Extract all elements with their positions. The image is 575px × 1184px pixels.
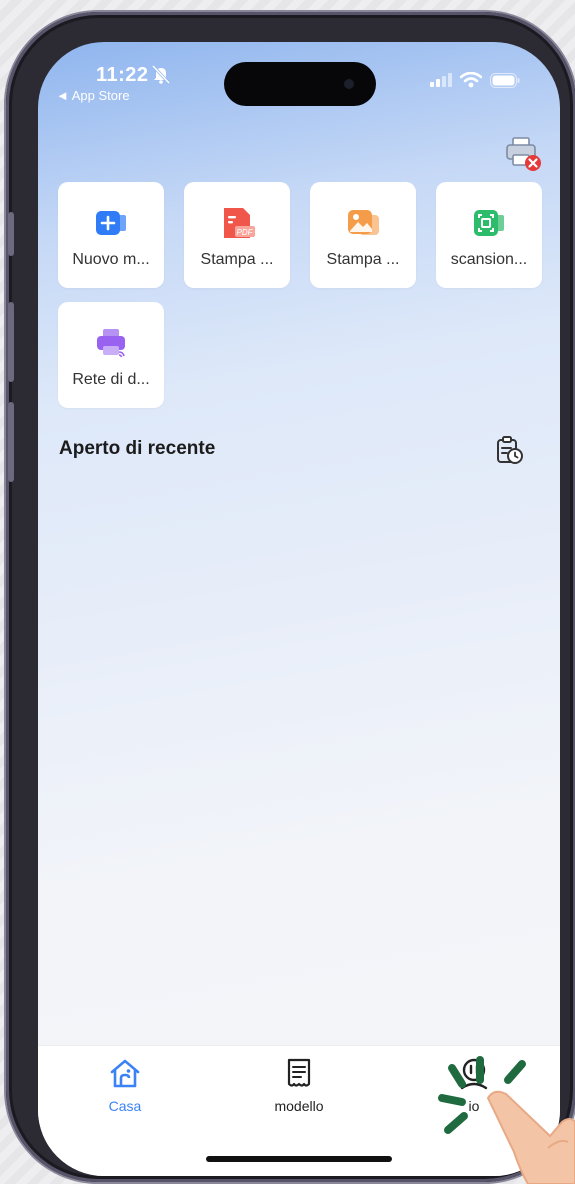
recent-title: Aperto di recente bbox=[59, 438, 216, 459]
tile-label: Nuovo m... bbox=[72, 251, 150, 268]
tile-scan[interactable]: scansion... bbox=[436, 182, 542, 288]
template-icon bbox=[287, 1058, 311, 1087]
printer-disconnected-icon[interactable] bbox=[504, 134, 542, 172]
scan-icon bbox=[474, 210, 504, 236]
photo-icon bbox=[348, 210, 379, 235]
pdf-icon: PDF bbox=[224, 208, 255, 238]
clipboard-history-icon[interactable] bbox=[494, 435, 524, 465]
screen: 11:22 ◄ App Store Nuovo m... PDF Stampa … bbox=[38, 42, 560, 1176]
tile-print-photo[interactable]: Stampa ... bbox=[310, 182, 416, 288]
new-document-icon bbox=[96, 211, 126, 235]
profile-icon bbox=[460, 1058, 488, 1090]
tab-casa[interactable]: Casa bbox=[75, 1056, 175, 1114]
tile-new-document[interactable]: Nuovo m... bbox=[58, 182, 164, 288]
tile-label: Stampa ... bbox=[326, 251, 400, 268]
tile-network-printer[interactable]: Rete di d... bbox=[58, 302, 164, 408]
tab-label: io bbox=[468, 1098, 480, 1114]
phone-frame: 11:22 ◄ App Store Nuovo m... PDF Stampa … bbox=[6, 12, 575, 1182]
svg-text:PDF: PDF bbox=[237, 228, 254, 237]
tab-label: Casa bbox=[108, 1098, 142, 1114]
volume-down-button bbox=[8, 402, 14, 482]
tile-label: scansion... bbox=[450, 251, 528, 268]
feature-grid: Nuovo m... PDF Stampa ... Stampa ... sca… bbox=[58, 182, 544, 408]
tab-io[interactable]: io bbox=[424, 1056, 524, 1114]
status-icons bbox=[430, 72, 520, 88]
dynamic-island bbox=[224, 62, 376, 106]
home-indicator bbox=[206, 1156, 392, 1162]
tab-label: modello bbox=[274, 1098, 324, 1114]
tile-label: Stampa ... bbox=[200, 251, 274, 268]
signal-icon bbox=[430, 73, 452, 87]
volume-up-button bbox=[8, 302, 14, 382]
tile-label: Rete di d... bbox=[72, 371, 150, 388]
wifi-icon bbox=[460, 72, 482, 88]
network-printer-icon bbox=[97, 329, 125, 358]
battery-icon bbox=[490, 72, 520, 88]
mute-switch bbox=[8, 212, 14, 256]
back-to-app-store[interactable]: ◄ App Store bbox=[56, 88, 130, 103]
status-time: 11:22 bbox=[96, 64, 149, 86]
tab-bar: Casa modello io bbox=[38, 1045, 560, 1176]
tab-modello[interactable]: modello bbox=[249, 1056, 349, 1114]
tile-print-pdf[interactable]: PDF Stampa ... bbox=[184, 182, 290, 288]
home-icon bbox=[110, 1059, 140, 1088]
bell-slash-icon bbox=[151, 64, 171, 84]
